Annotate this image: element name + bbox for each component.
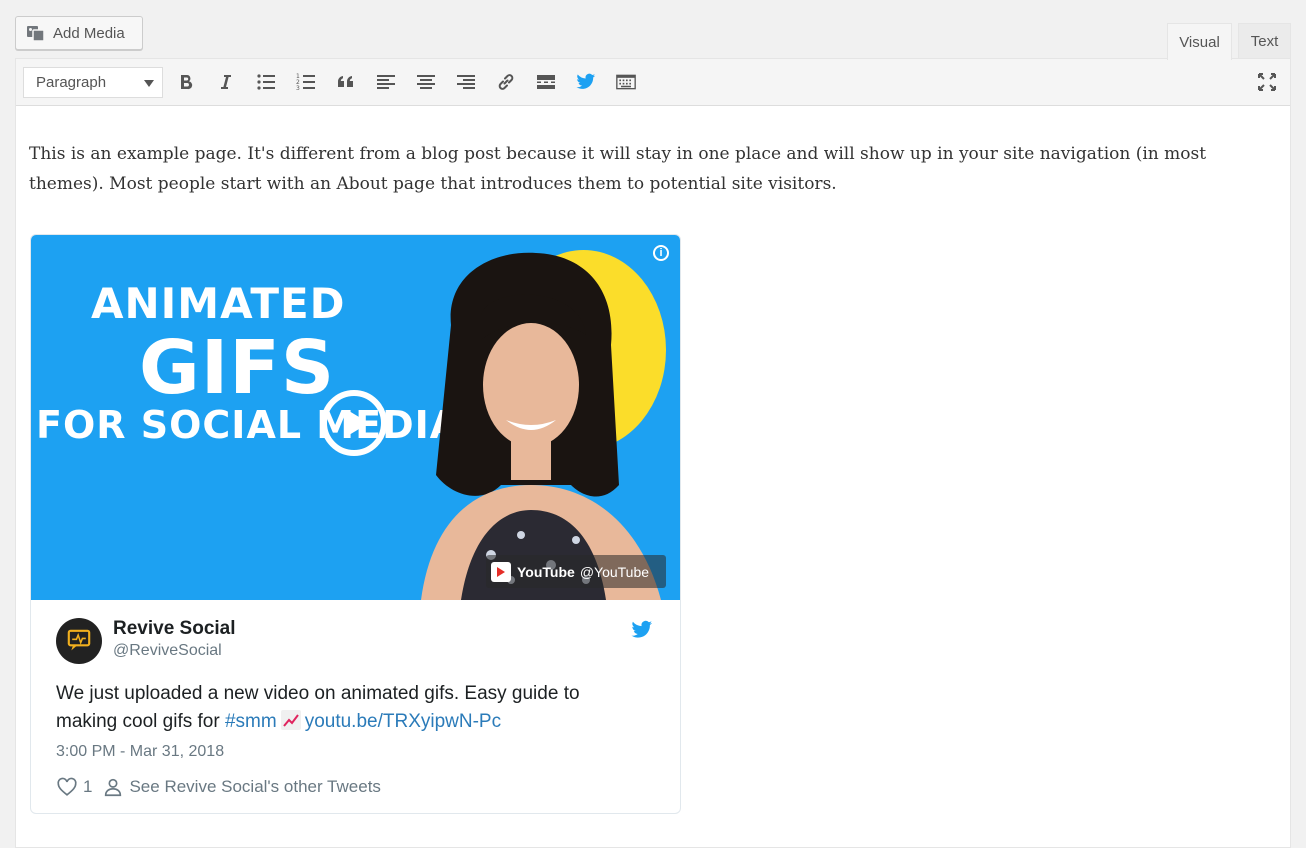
video-thumbnail[interactable]: ANIMATED GIFS FOR SOCIAL MEDIA i YouTube… — [31, 235, 680, 600]
align-right-icon — [457, 75, 475, 89]
numbered-list-icon: 123 — [296, 73, 315, 92]
align-right-button[interactable] — [451, 67, 481, 97]
align-center-button[interactable] — [411, 67, 441, 97]
tweet-hashtag-link[interactable]: #smm — [225, 711, 277, 732]
link-icon — [498, 74, 514, 90]
read-more-button[interactable] — [531, 67, 561, 97]
video-title-line1: ANIMATED — [91, 279, 346, 328]
quote-icon — [338, 76, 353, 87]
page-content-paragraph[interactable]: This is an example page. It's different … — [29, 139, 1259, 199]
fullscreen-button[interactable] — [1252, 67, 1282, 97]
editor-area[interactable]: Paragraph 123 This is an example page. I… — [15, 58, 1291, 848]
insert-link-button[interactable] — [491, 67, 521, 97]
youtube-icon — [491, 561, 511, 582]
bulleted-list-button[interactable] — [251, 67, 281, 97]
align-left-button[interactable] — [371, 67, 401, 97]
bold-button[interactable] — [171, 67, 201, 97]
numbered-list-button[interactable]: 123 — [291, 67, 321, 97]
align-center-icon — [417, 75, 435, 89]
add-media-button[interactable]: Add Media — [15, 16, 143, 50]
chart-increasing-icon — [280, 710, 301, 730]
twitter-logo-icon[interactable] — [631, 620, 653, 640]
toolbar-toggle-button[interactable] — [611, 67, 641, 97]
chevron-down-icon — [144, 80, 154, 87]
bulleted-list-icon — [257, 74, 275, 90]
like-count: 1 — [83, 777, 93, 796]
tweet-user-name[interactable]: Revive Social — [113, 618, 236, 640]
heart-icon — [57, 777, 77, 796]
italic-button[interactable] — [211, 67, 241, 97]
tweet-user-handle[interactable]: @ReviveSocial — [113, 642, 222, 660]
youtube-source-name: YouTube — [517, 563, 575, 580]
revive-social-logo-icon — [67, 629, 91, 651]
format-select[interactable]: Paragraph — [23, 67, 163, 98]
presenter-image — [421, 252, 661, 600]
twitter-icon — [576, 73, 596, 89]
italic-icon — [221, 75, 231, 89]
tweet-embed[interactable]: ANIMATED GIFS FOR SOCIAL MEDIA i YouTube… — [30, 234, 681, 814]
tweet-video-link[interactable]: youtu.be/TRXyipwN-Pc — [305, 711, 501, 732]
fullscreen-icon — [1258, 73, 1276, 91]
play-icon — [349, 411, 369, 435]
blockquote-button[interactable] — [331, 67, 361, 97]
avatar[interactable] — [56, 618, 102, 664]
twitter-button[interactable] — [571, 67, 601, 97]
tweet-timestamp[interactable]: 3:00 PM - Mar 31, 2018 — [56, 743, 224, 761]
youtube-badge[interactable]: YouTube @YouTube — [486, 555, 666, 588]
format-select-value: Paragraph — [36, 74, 107, 91]
tab-text[interactable]: Text — [1238, 23, 1291, 59]
read-more-icon — [537, 75, 555, 89]
video-title-line2: GIFS — [139, 325, 336, 411]
other-tweets-link[interactable]: See Revive Social's other Tweets — [102, 776, 381, 798]
youtube-source-handle: @YouTube — [579, 563, 650, 580]
like-button[interactable]: 1 — [56, 776, 92, 798]
person-icon — [105, 778, 122, 797]
svg-text:3: 3 — [296, 85, 300, 92]
keyboard-icon — [616, 74, 636, 90]
media-icon — [27, 26, 45, 42]
tweet-text: We just uploaded a new video on animated… — [56, 680, 636, 736]
bold-icon — [181, 75, 193, 90]
info-icon[interactable]: i — [653, 245, 669, 261]
other-tweets-label: See Revive Social's other Tweets — [129, 777, 381, 796]
play-button[interactable] — [321, 390, 387, 456]
tweet-actions: 1 See Revive Social's other Tweets — [56, 776, 381, 798]
editor-toolbar: Paragraph 123 — [16, 59, 1290, 106]
align-left-icon — [377, 75, 395, 89]
tweet-card: Revive Social @ReviveSocial We just uplo… — [31, 600, 680, 813]
add-media-label: Add Media — [53, 24, 125, 42]
tab-visual[interactable]: Visual — [1167, 23, 1232, 60]
